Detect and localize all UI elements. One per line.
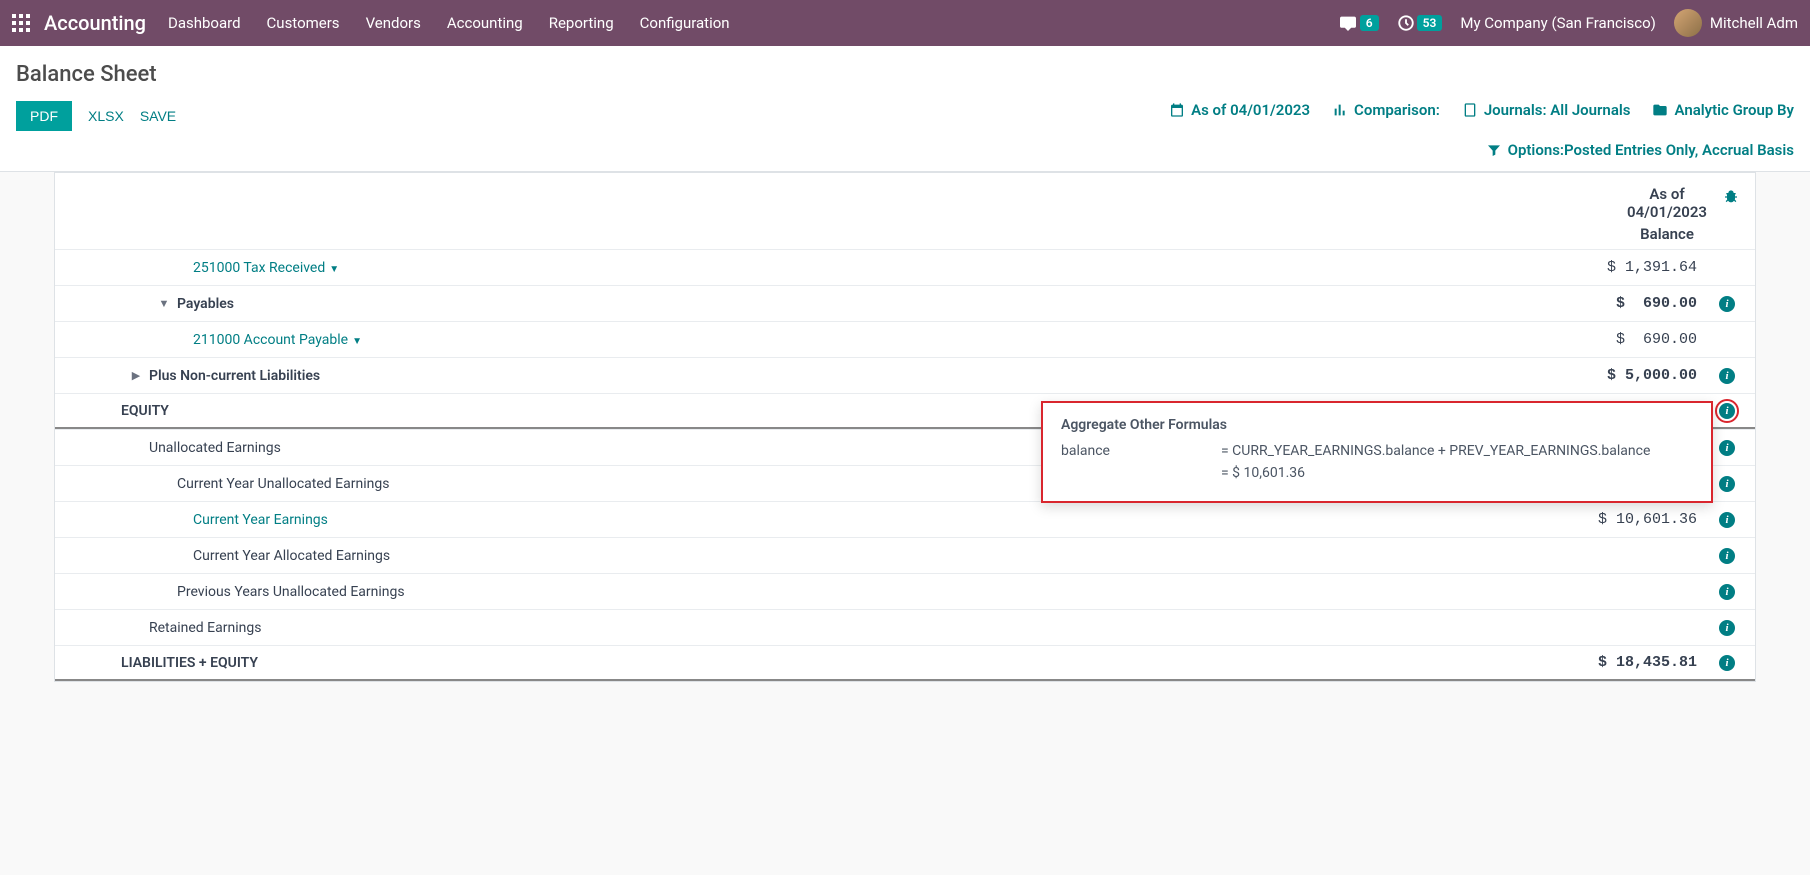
info-icon: i [1719,620,1735,636]
report-row: ▶Current Year Allocated Earningsi [55,537,1755,573]
row-label: Retained Earnings [149,620,261,636]
menu-vendors[interactable]: Vendors [366,14,421,32]
filter-options[interactable]: Options:Posted Entries Only, Accrual Bas… [1486,141,1794,159]
row-label: Plus Non-current Liabilities [149,368,320,384]
row-amount: $ 5,000.00 [1537,367,1697,384]
report-row: ▶Plus Non-current Liabilities $ 5,000.00 i [55,357,1755,393]
messages-icon[interactable]: 6 [1338,15,1379,31]
popover-result: = $ 10,601.36 [1221,465,1305,481]
info-icon: i [1719,584,1735,600]
menu-customers[interactable]: Customers [267,14,340,32]
company-selector[interactable]: My Company (San Francisco) [1460,14,1655,32]
info-button[interactable]: i [1705,619,1735,636]
info-icon: i [1719,296,1735,312]
report-row: ▶251000 Tax Received▼$ 1,391.64 [55,249,1755,285]
row-amount: $ 690.00 [1537,295,1697,312]
apps-icon[interactable] [12,14,30,32]
chevron-down-icon[interactable]: ▼ [329,264,339,275]
row-label: Current Year Unallocated Earnings [177,476,389,492]
info-button[interactable]: i [1705,367,1735,384]
bar-chart-icon [1332,102,1348,118]
filter-icon [1486,142,1502,158]
menu-accounting[interactable]: Accounting [447,14,523,32]
row-label[interactable]: 211000 Account Payable▼ [193,332,362,348]
popover-label: balance [1061,443,1181,459]
topbar: Accounting Dashboard Customers Vendors A… [0,0,1810,46]
info-icon: i [1719,368,1735,384]
filter-analytic[interactable]: Analytic Group By [1652,101,1794,119]
row-label: Unallocated Earnings [149,440,281,456]
info-button[interactable]: i [1705,654,1735,671]
menu-dashboard[interactable]: Dashboard [168,14,241,32]
popover-formula: = CURR_YEAR_EARNINGS.balance + PREV_YEAR… [1221,443,1650,459]
main-menu: Dashboard Customers Vendors Accounting R… [168,14,730,32]
row-amount: $ 18,435.81 [1537,654,1697,671]
messages-badge: 6 [1360,15,1379,31]
debug-icon[interactable] [1723,189,1739,209]
filter-journals[interactable]: Journals: All Journals [1462,101,1631,119]
avatar [1674,9,1702,37]
filter-as-of[interactable]: As of 04/01/2023 [1169,101,1310,119]
row-label: LIABILITIES + EQUITY [121,655,258,671]
export-buttons: PDF XLSX SAVE [16,101,176,131]
calendar-icon [1169,102,1185,118]
row-amount: $ 10,601.36 [1537,511,1697,528]
report-row: ▶Current Year Earnings$ 10,601.36i [55,501,1755,537]
menu-configuration[interactable]: Configuration [640,14,730,32]
book-icon [1462,102,1478,118]
info-icon: i [1719,548,1735,564]
row-label[interactable]: 251000 Tax Received▼ [193,260,339,276]
page-header: Balance Sheet PDF XLSX SAVE As of 04/01/… [0,46,1810,172]
formula-popover: Aggregate Other Formulas balance = CURR_YE… [1041,401,1713,503]
col-header-balance: Balance [1627,225,1707,243]
info-icon: i [1719,512,1735,528]
activities-badge: 53 [1417,15,1443,31]
report-filters: As of 04/01/2023 Comparison: Journals: A… [1169,101,1794,119]
info-button[interactable]: i [1705,295,1735,312]
popover-title: Aggregate Other Formulas [1061,417,1693,433]
save-button[interactable]: SAVE [140,108,176,124]
row-label: Previous Years Unallocated Earnings [177,584,405,600]
info-button[interactable]: i [1705,583,1735,600]
app-brand[interactable]: Accounting [44,11,146,35]
report-row: ▼Payables $ 690.00 i [55,285,1755,321]
activities-icon[interactable]: 53 [1397,14,1443,32]
report-row: ▶LIABILITIES + EQUITY$ 18,435.81i [55,645,1755,681]
folder-icon [1652,102,1668,118]
row-label: EQUITY [121,403,169,419]
column-header: As of 04/01/2023 Balance [55,173,1755,249]
report-row: ▶Retained Earningsi [55,609,1755,645]
menu-reporting[interactable]: Reporting [549,14,614,32]
col-header-line2: 04/01/2023 [1627,203,1707,221]
report-card: As of 04/01/2023 Balance ▶ 251000 Tax Rec… [54,172,1756,682]
info-button[interactable]: i [1705,547,1735,564]
row-label: Payables [177,296,234,312]
user-menu[interactable]: Mitchell Adm [1674,9,1798,37]
row-label[interactable]: Current Year Earnings [193,512,328,528]
caret-down-icon[interactable]: ▼ [151,297,177,310]
info-icon: i [1719,403,1735,419]
info-icon: i [1719,476,1735,492]
info-button[interactable]: i [1705,511,1735,528]
row-label: Current Year Allocated Earnings [193,548,390,564]
page-title: Balance Sheet [16,62,1794,87]
row-amount: $ 690.00 [1537,331,1697,348]
pdf-button[interactable]: PDF [16,101,72,131]
user-name: Mitchell Adm [1710,14,1798,32]
row-amount: $ 1,391.64 [1537,259,1697,276]
report-row: ▶Previous Years Unallocated Earningsi [55,573,1755,609]
info-icon: i [1719,655,1735,671]
info-icon: i [1719,440,1735,456]
report-row: ▶211000 Account Payable▼$ 690.00 [55,321,1755,357]
xlsx-button[interactable]: XLSX [88,108,124,124]
caret-right-icon[interactable]: ▶ [123,369,149,382]
report-body: As of 04/01/2023 Balance ▶ 251000 Tax Rec… [0,172,1810,682]
filter-comparison[interactable]: Comparison: [1332,101,1440,119]
col-header-line1: As of [1627,185,1707,203]
chevron-down-icon[interactable]: ▼ [352,336,362,347]
